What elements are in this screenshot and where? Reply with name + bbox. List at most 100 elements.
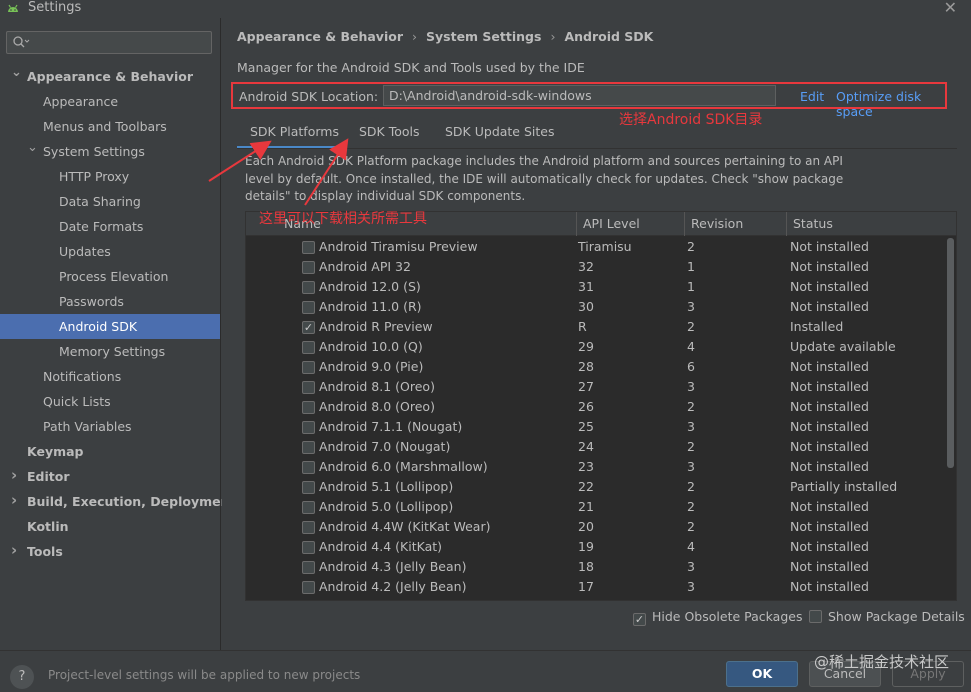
sidebar-item[interactable]: Android SDK: [0, 314, 220, 339]
row-checkbox[interactable]: [302, 261, 315, 274]
sidebar-item[interactable]: Date Formats: [0, 214, 220, 239]
sidebar-item[interactable]: Path Variables: [0, 414, 220, 439]
api-level: 24: [578, 439, 594, 454]
row-checkbox[interactable]: [302, 241, 315, 254]
row-checkbox[interactable]: [302, 361, 315, 374]
ok-button[interactable]: OK: [726, 661, 798, 687]
sidebar-item[interactable]: Appearance: [0, 89, 220, 114]
api-level: 31: [578, 279, 594, 294]
row-checkbox[interactable]: [302, 561, 315, 574]
breadcrumb: Appearance & Behavior › System Settings › An…: [237, 29, 653, 44]
revision: 2: [687, 399, 695, 414]
sidebar-item[interactable]: Data Sharing: [0, 189, 220, 214]
sidebar-item[interactable]: HTTP Proxy: [0, 164, 220, 189]
table-row[interactable]: Android 5.1 (Lollipop) 22 2 Partially insta…: [246, 477, 946, 497]
table-row[interactable]: Android 4.4 (KitKat) 19 4 Not installed: [246, 537, 946, 557]
table-row[interactable]: Android 11.0 (R) 30 3 Not installed: [246, 297, 946, 317]
sidebar-item[interactable]: Updates: [0, 239, 220, 264]
table-row[interactable]: Android 12.0 (S) 31 1 Not installed: [246, 277, 946, 297]
row-checkbox[interactable]: [302, 421, 315, 434]
row-checkbox[interactable]: [302, 281, 315, 294]
sidebar-item[interactable]: Kotlin: [0, 514, 220, 539]
row-checkbox[interactable]: [302, 461, 315, 474]
help-icon[interactable]: ?: [10, 665, 34, 689]
sidebar-item[interactable]: ⌄ Appearance & Behavior: [0, 64, 220, 89]
checkbox[interactable]: [809, 610, 822, 623]
sidebar-item[interactable]: Memory Settings: [0, 339, 220, 364]
hide-obsolete-label: Hide Obsolete Packages: [652, 609, 803, 624]
row-checkbox[interactable]: [302, 301, 315, 314]
sidebar-item[interactable]: Keymap: [0, 439, 220, 464]
row-checkbox[interactable]: [302, 541, 315, 554]
api-level: 23: [578, 459, 594, 474]
table-row[interactable]: Android 6.0 (Marshmallow) 23 3 Not installe…: [246, 457, 946, 477]
watermark: @稀土掘金技术社区: [813, 653, 949, 671]
search-icon: [13, 36, 30, 48]
edit-link[interactable]: Edit: [800, 89, 824, 104]
table-row[interactable]: Android 4.3 (Jelly Bean) 18 3 Not installed: [246, 557, 946, 577]
sidebar-item-label: Notifications: [43, 369, 122, 384]
sidebar-item[interactable]: Quick Lists: [0, 389, 220, 414]
info-line: level by default. Once installed, the ID…: [245, 171, 844, 186]
table-scrollbar[interactable]: [947, 238, 954, 468]
tab-sdk-tools[interactable]: SDK Tools: [359, 121, 420, 149]
table-row[interactable]: Android 5.0 (Lollipop) 21 2 Not installed: [246, 497, 946, 517]
row-checkbox[interactable]: [302, 481, 315, 494]
sdk-location-field[interactable]: D:\Android\android-sdk-windows: [383, 85, 776, 106]
sidebar-item[interactable]: › Editor: [0, 464, 220, 489]
sidebar-item[interactable]: Notifications: [0, 364, 220, 389]
table-row[interactable]: Android 7.1.1 (Nougat) 25 3 Not installed: [246, 417, 946, 437]
sidebar-item[interactable]: Process Elevation: [0, 264, 220, 289]
show-details-checkbox[interactable]: Show Package Details: [809, 609, 965, 624]
table-row[interactable]: Android 8.0 (Oreo) 26 2 Not installed: [246, 397, 946, 417]
table-row[interactable]: Android Tiramisu Preview Tiramisu 2 Not ins…: [246, 237, 946, 257]
row-checkbox[interactable]: [302, 521, 315, 534]
search-input[interactable]: [6, 31, 212, 54]
column-header-api-level[interactable]: API Level: [576, 212, 684, 236]
row-checkbox[interactable]: [302, 441, 315, 454]
chevron-down-icon[interactable]: ⌄: [27, 135, 38, 160]
row-checkbox[interactable]: [302, 381, 315, 394]
table-row[interactable]: Android API 32 32 1 Not installed: [246, 257, 946, 277]
sidebar-item[interactable]: › Build, Execution, Deployment: [0, 488, 235, 514]
column-header-status[interactable]: Status: [786, 212, 956, 236]
sidebar-item-label: Menus and Toolbars: [43, 119, 167, 134]
chevron-right-icon[interactable]: ›: [11, 463, 21, 488]
checkbox[interactable]: ✓: [633, 613, 646, 626]
sidebar-item[interactable]: Passwords: [0, 289, 220, 314]
row-checkbox[interactable]: [302, 501, 315, 514]
chevron-down-icon[interactable]: ⌄: [11, 60, 22, 85]
tab-sdk-update-sites[interactable]: SDK Update Sites: [445, 121, 555, 149]
sidebar-item[interactable]: ⌄ System Settings: [0, 139, 220, 164]
row-checkbox[interactable]: [302, 401, 315, 414]
row-checkbox[interactable]: [302, 581, 315, 594]
sidebar-item-label: Android SDK: [59, 319, 138, 334]
info-text: Each Android SDK Platform package includ…: [245, 153, 845, 206]
table-row[interactable]: Android 8.1 (Oreo) 27 3 Not installed: [246, 377, 946, 397]
chevron-right-icon[interactable]: ›: [11, 488, 21, 513]
table-row[interactable]: Android 10.0 (Q) 29 4 Update available: [246, 337, 946, 357]
sidebar-item-label: Memory Settings: [59, 344, 166, 359]
close-icon[interactable]: ✕: [944, 0, 957, 17]
package-name: Android 8.1 (Oreo): [319, 379, 435, 394]
column-header-revision[interactable]: Revision: [684, 212, 786, 236]
package-name: Android 6.0 (Marshmallow): [319, 459, 488, 474]
table-row[interactable]: Android 9.0 (Pie) 28 6 Not installed: [246, 357, 946, 377]
api-level: 25: [578, 419, 594, 434]
revision: 3: [687, 559, 695, 574]
chevron-right-icon[interactable]: ›: [11, 538, 21, 563]
install-status: Not installed: [790, 559, 869, 574]
table-row[interactable]: Android 4.2 (Jelly Bean) 17 3 Not installed: [246, 577, 946, 597]
table-row[interactable]: Android 4.4W (KitKat Wear) 20 2 Not install…: [246, 517, 946, 537]
table-row[interactable]: Android 7.0 (Nougat) 24 2 Not installed: [246, 437, 946, 457]
row-checkbox[interactable]: ✓: [302, 321, 315, 334]
tab-sdk-platforms[interactable]: SDK Platforms: [237, 121, 342, 149]
chevron-right-icon: ›: [550, 29, 556, 44]
table-row[interactable]: ✓ Android R Preview R 2 Installed: [246, 317, 946, 337]
hide-obsolete-checkbox[interactable]: ✓ Hide Obsolete Packages: [633, 609, 802, 626]
annotation-select-dir: 选择Android SDK目录: [619, 112, 763, 128]
install-status: Not installed: [790, 519, 869, 534]
row-checkbox[interactable]: [302, 341, 315, 354]
sidebar-item[interactable]: › Tools: [0, 539, 220, 564]
optimize-disk-space-link[interactable]: Optimize disk space: [836, 89, 945, 119]
